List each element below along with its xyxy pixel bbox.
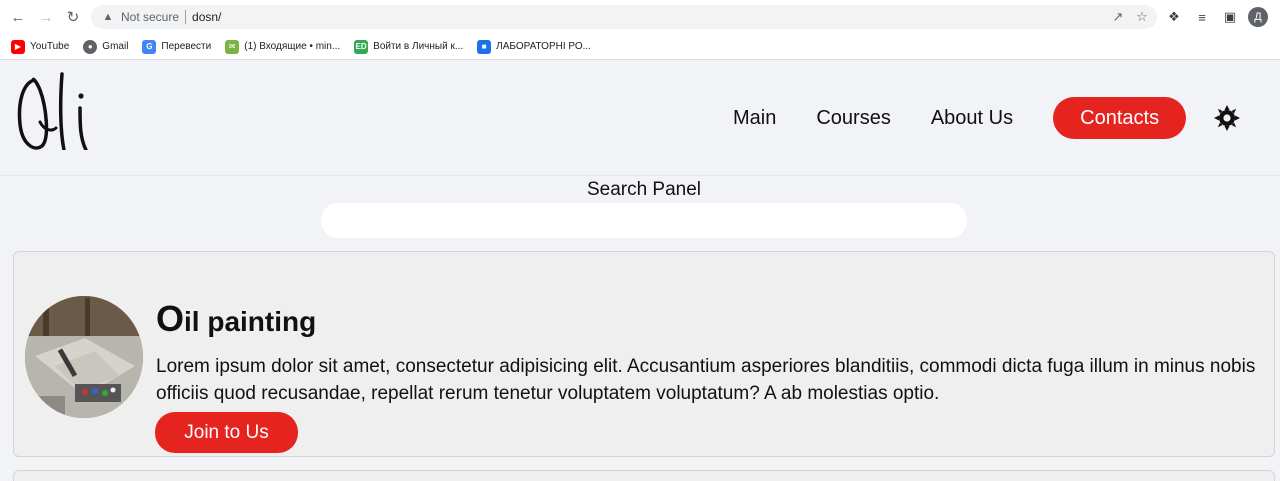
- browser-toolbar: ← → ↻ ▲ Not secure dosn/ ↗ ☆ ❖ ≡ ▣ Д: [0, 0, 1280, 34]
- address-bar[interactable]: ▲ Not secure dosn/ ↗ ☆: [91, 5, 1157, 29]
- bookmark-label: Gmail: [102, 41, 129, 52]
- join-button[interactable]: Join to Us: [155, 412, 298, 453]
- course-image: [25, 296, 143, 418]
- bookmark-youtube[interactable]: ▶ YouTube: [11, 39, 70, 54]
- nav-link-courses[interactable]: Courses: [816, 107, 890, 130]
- oli-logo[interactable]: [16, 70, 96, 150]
- contacts-button[interactable]: Contacts: [1053, 97, 1187, 139]
- main-nav: Main Courses About Us Contacts: [733, 97, 1187, 139]
- profile-avatar[interactable]: Д: [1248, 7, 1268, 27]
- mail-icon: ✉: [225, 39, 240, 54]
- course-card: [13, 470, 1275, 481]
- nav-link-about-us[interactable]: About Us: [931, 107, 1013, 130]
- reload-icon[interactable]: ↻: [62, 6, 84, 28]
- star-icon[interactable]: ☆: [1133, 8, 1151, 26]
- sun-icon[interactable]: [1214, 105, 1240, 131]
- bookmark-inbox[interactable]: ✉ (1) Входящие • min...: [225, 39, 341, 54]
- youtube-icon: ▶: [11, 39, 25, 54]
- search-input[interactable]: [321, 203, 967, 238]
- bookmark-translate[interactable]: G Перевести: [142, 39, 212, 54]
- search-panel-label: Search Panel: [586, 179, 702, 200]
- bookmark-labs[interactable]: ■ ЛАБОРАТОРНІ РО...: [477, 39, 591, 54]
- bookmarks-bar: ▶ YouTube ● Gmail G Перевести ✉ (1) Вход…: [0, 34, 1280, 60]
- translate-icon: G: [142, 39, 157, 54]
- side-panel-icon[interactable]: ▣: [1219, 6, 1241, 28]
- ed-icon: ED: [354, 39, 369, 54]
- site-header: Main Courses About Us Contacts: [0, 60, 1280, 176]
- bookmark-login[interactable]: ED Войти в Личный к...: [354, 39, 464, 54]
- media-queue-icon[interactable]: ≡: [1191, 6, 1213, 28]
- forward-arrow-icon[interactable]: →: [35, 6, 57, 28]
- back-arrow-icon[interactable]: ←: [7, 6, 29, 28]
- bookmark-label: YouTube: [30, 41, 70, 52]
- bookmark-gmail[interactable]: ● Gmail: [83, 39, 129, 54]
- bookmark-label: (1) Входящие • min...: [244, 41, 341, 52]
- share-icon[interactable]: ↗: [1109, 8, 1127, 26]
- extensions-puzzle-icon[interactable]: ❖: [1163, 6, 1185, 28]
- url-text[interactable]: dosn/: [192, 10, 221, 24]
- bookmark-label: Войти в Личный к...: [373, 41, 464, 52]
- nav-link-main[interactable]: Main: [733, 107, 776, 130]
- globe-icon: ●: [83, 39, 98, 54]
- bookmark-label: ЛАБОРАТОРНІ РО...: [496, 41, 591, 52]
- address-divider: [185, 10, 187, 24]
- classroom-icon: ■: [477, 39, 492, 54]
- course-title-rest: il painting: [184, 306, 317, 337]
- course-card: Oil painting Lorem ipsum dolor sit amet,…: [13, 251, 1275, 457]
- course-title: Oil painting: [156, 298, 316, 340]
- security-status: Not secure: [121, 10, 180, 24]
- bookmark-label: Перевести: [161, 41, 212, 52]
- course-title-initial: O: [156, 298, 185, 339]
- course-description: Lorem ipsum dolor sit amet, consectetur …: [156, 356, 1256, 404]
- warning-icon: ▲: [102, 11, 114, 23]
